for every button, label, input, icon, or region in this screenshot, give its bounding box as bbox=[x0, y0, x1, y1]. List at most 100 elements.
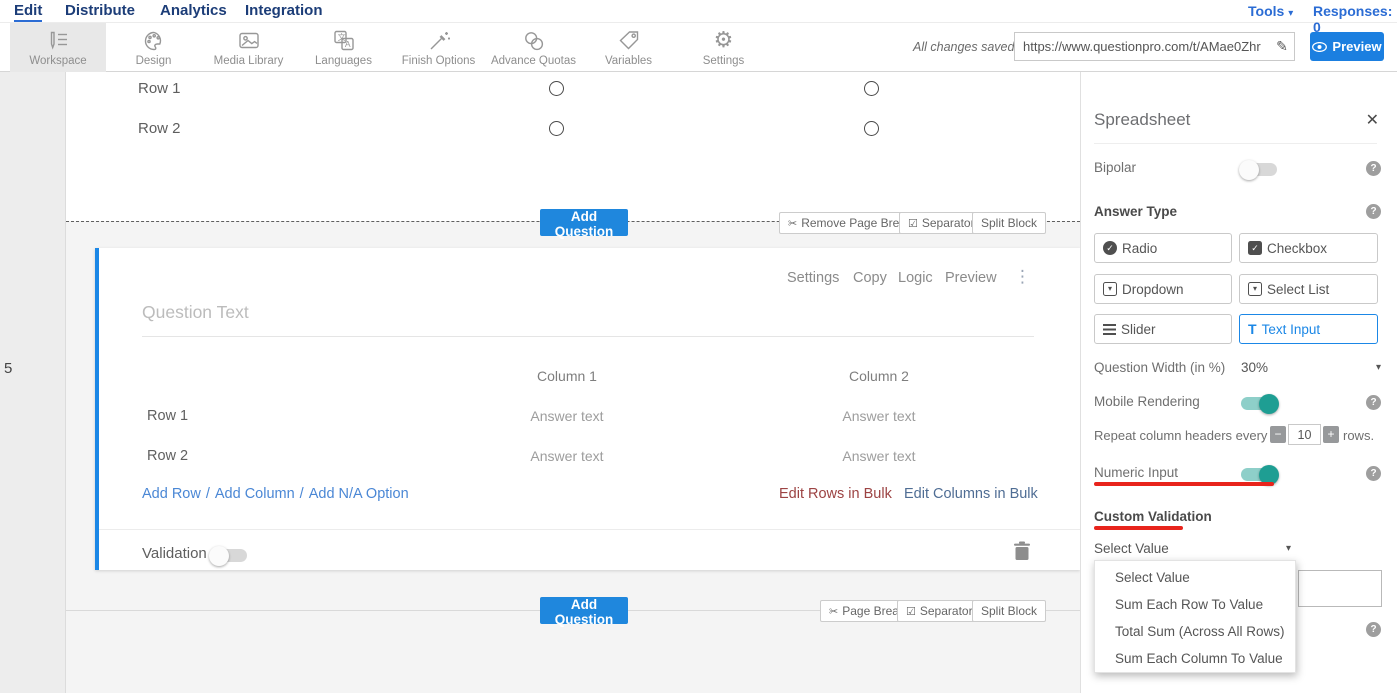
question-logic-link[interactable]: Logic bbox=[898, 270, 933, 286]
answer-type-slider[interactable]: Slider bbox=[1094, 314, 1232, 344]
answer-cell[interactable]: Answer text bbox=[497, 408, 637, 424]
rows-suffix-label: rows. bbox=[1343, 428, 1374, 443]
chevron-down-icon[interactable]: ▾ bbox=[1376, 362, 1381, 373]
survey-url-input[interactable] bbox=[1015, 39, 1270, 54]
divider bbox=[1094, 143, 1377, 144]
question-text-input[interactable]: Question Text bbox=[142, 302, 249, 323]
trash-icon[interactable] bbox=[1014, 541, 1030, 566]
row-1-label[interactable]: Row 1 bbox=[147, 408, 188, 424]
toolbar-workspace-tab[interactable]: Workspace bbox=[10, 23, 106, 72]
question-preview-link[interactable]: Preview bbox=[945, 270, 997, 286]
answer-type-radio[interactable]: ✓ Radio bbox=[1094, 233, 1232, 263]
nav-tab-analytics[interactable]: Analytics bbox=[160, 2, 227, 19]
answer-type-select-list[interactable]: ▾ Select List bbox=[1239, 274, 1378, 304]
answer-type-checkbox[interactable]: ✓ Checkbox bbox=[1239, 233, 1378, 263]
question-settings-link[interactable]: Settings bbox=[787, 270, 839, 286]
toolbar-variables[interactable]: Variables bbox=[581, 23, 676, 72]
chevron-down-icon[interactable]: ▾ bbox=[1286, 543, 1291, 554]
repeat-headers-label: Repeat column headers every bbox=[1094, 428, 1267, 443]
edit-pencil-icon[interactable]: ✎ bbox=[1270, 39, 1294, 55]
plus-stepper-button[interactable]: + bbox=[1323, 426, 1339, 443]
slider-bars-icon bbox=[1103, 324, 1116, 335]
languages-label: Languages bbox=[315, 55, 372, 67]
page-break-label: Page Break bbox=[842, 604, 905, 618]
autosave-status: All changes saved bbox=[913, 40, 1014, 54]
radio-button[interactable] bbox=[864, 121, 879, 136]
radio-button[interactable] bbox=[864, 81, 879, 96]
remove-page-break-label: Remove Page Break bbox=[801, 216, 912, 230]
design-palette-icon bbox=[142, 29, 166, 53]
toolbar-languages[interactable]: 文A Languages bbox=[296, 23, 391, 72]
answer-cell[interactable]: Answer text bbox=[497, 448, 637, 464]
toolbar-advance-quotas[interactable]: Advance Quotas bbox=[486, 23, 581, 72]
text-input-icon: T bbox=[1248, 321, 1257, 337]
question-width-value[interactable]: 30% bbox=[1241, 360, 1268, 375]
toolbar: Workspace Design Media Library 文A Langua… bbox=[0, 23, 1397, 72]
add-na-option-link[interactable]: Add N/A Option bbox=[309, 486, 409, 502]
bipolar-toggle[interactable] bbox=[1241, 163, 1277, 176]
toolbar-finish-options[interactable]: Finish Options bbox=[391, 23, 486, 72]
mobile-rendering-toggle[interactable] bbox=[1241, 397, 1277, 410]
radio-button[interactable] bbox=[549, 81, 564, 96]
menu-item-sum-each-column[interactable]: Sum Each Column To Value bbox=[1095, 645, 1295, 672]
help-icon[interactable]: ? bbox=[1366, 204, 1381, 219]
responses-count[interactable]: Responses: 0 bbox=[1313, 3, 1397, 35]
dropdown-type-label: Dropdown bbox=[1122, 282, 1184, 297]
question-copy-link[interactable]: Copy bbox=[853, 270, 887, 286]
prev-row-1-label[interactable]: Row 1 bbox=[138, 80, 181, 97]
split-block-button-bottom[interactable]: Split Block bbox=[972, 600, 1046, 622]
kebab-menu-icon[interactable]: ⋮ bbox=[1014, 267, 1031, 287]
close-icon[interactable]: ✕ bbox=[1366, 110, 1379, 129]
menu-item-sum-each-row[interactable]: Sum Each Row To Value bbox=[1095, 591, 1295, 618]
help-icon[interactable]: ? bbox=[1366, 161, 1381, 176]
menu-item-total-sum[interactable]: Total Sum (Across All Rows) bbox=[1095, 618, 1295, 645]
panel-title: Spreadsheet bbox=[1094, 110, 1190, 130]
answer-type-text-input[interactable]: T Text Input bbox=[1239, 314, 1378, 344]
add-question-button-bottom[interactable]: Add Question bbox=[540, 597, 628, 624]
radio-type-label: Radio bbox=[1122, 241, 1157, 256]
answer-cell[interactable]: Answer text bbox=[809, 448, 949, 464]
validation-select-value[interactable]: Select Value bbox=[1094, 541, 1169, 556]
nav-tab-edit[interactable]: Edit bbox=[14, 2, 42, 22]
add-row-link[interactable]: Add Row bbox=[142, 486, 201, 502]
numeric-input-toggle[interactable] bbox=[1241, 468, 1277, 481]
toolbar-media-library[interactable]: Media Library bbox=[201, 23, 296, 72]
menu-item-select-value[interactable]: Select Value bbox=[1095, 564, 1295, 591]
minus-stepper-button[interactable]: − bbox=[1270, 426, 1286, 443]
help-icon[interactable]: ? bbox=[1366, 622, 1381, 637]
separator-button-top[interactable]: ☑ Separator bbox=[899, 212, 984, 234]
nav-tab-integration[interactable]: Integration bbox=[245, 2, 323, 19]
split-block-button-top[interactable]: Split Block bbox=[972, 212, 1046, 234]
validation-toggle[interactable] bbox=[211, 549, 247, 562]
repeat-rows-input[interactable] bbox=[1288, 424, 1321, 445]
advance-quotas-label: Advance Quotas bbox=[491, 55, 576, 67]
add-column-link[interactable]: Add Column bbox=[215, 486, 295, 502]
help-icon[interactable]: ? bbox=[1366, 466, 1381, 481]
question-width-label: Question Width (in %) bbox=[1094, 360, 1225, 375]
validation-value-input[interactable] bbox=[1298, 570, 1382, 607]
preview-button[interactable]: Preview bbox=[1310, 32, 1384, 61]
question-settings-panel: Spreadsheet ✕ Bipolar ? Answer Type ? ✓ … bbox=[1080, 72, 1397, 693]
column-1-header[interactable]: Column 1 bbox=[497, 368, 637, 384]
prev-row-2-label[interactable]: Row 2 bbox=[138, 120, 181, 137]
media-library-icon bbox=[237, 29, 261, 53]
toolbar-settings[interactable]: ⚙ Settings bbox=[676, 23, 771, 72]
tools-menu[interactable]: Tools ▾ bbox=[1248, 3, 1293, 19]
edit-rows-in-bulk-link[interactable]: Edit Rows in Bulk bbox=[779, 486, 892, 502]
toolbar-design[interactable]: Design bbox=[106, 23, 201, 72]
help-icon[interactable]: ? bbox=[1366, 395, 1381, 410]
column-2-header[interactable]: Column 2 bbox=[809, 368, 949, 384]
answer-type-dropdown[interactable]: ▾ Dropdown bbox=[1094, 274, 1232, 304]
edit-columns-in-bulk-link[interactable]: Edit Columns in Bulk bbox=[904, 486, 1038, 502]
question-list-sidebar: 5 bbox=[0, 72, 66, 693]
survey-url-box: ✎ bbox=[1014, 32, 1295, 61]
row-2-label[interactable]: Row 2 bbox=[147, 448, 188, 464]
divider bbox=[99, 529, 1080, 530]
radio-button[interactable] bbox=[549, 121, 564, 136]
answer-cell[interactable]: Answer text bbox=[809, 408, 949, 424]
nav-tab-distribute[interactable]: Distribute bbox=[65, 2, 135, 19]
question-text-underline bbox=[142, 336, 1034, 337]
add-question-button-top[interactable]: Add Question bbox=[540, 209, 628, 236]
active-question-block: Settings Copy Logic Preview ⋮ Question T… bbox=[95, 248, 1080, 570]
separator-button-bottom[interactable]: ☑ Separator bbox=[897, 600, 982, 622]
